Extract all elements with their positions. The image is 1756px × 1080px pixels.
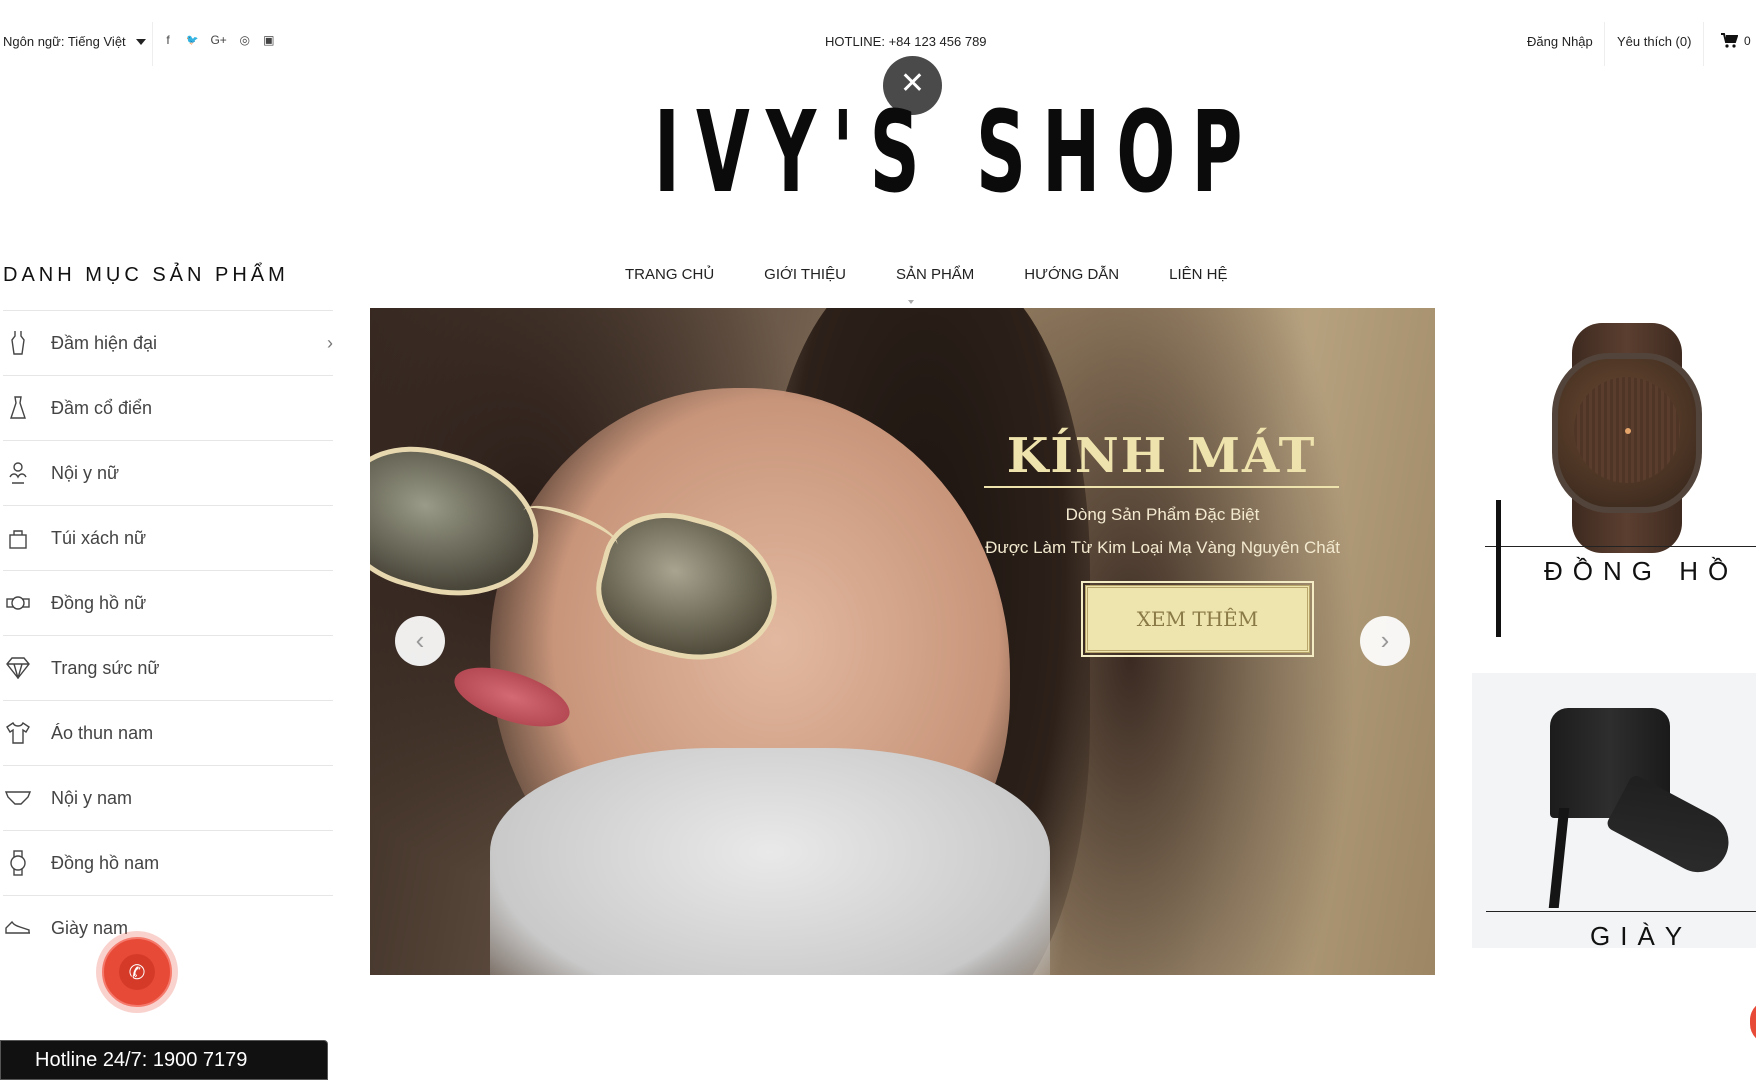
nav-trang-chu[interactable]: TRANG CHỦ: [600, 266, 739, 283]
page: Ngôn ngữ: Tiếng Việt f 🐦 G+ ◎ ▣ HOTLINE:…: [0, 0, 1756, 1080]
hero-subtitle: Dòng Sản Phẩm Đặc Biệt: [1065, 505, 1260, 524]
hero-image-shirt: [490, 748, 1050, 975]
category-item-ao-thun-nam[interactable]: Áo thun nam: [3, 700, 333, 765]
category-label: Áo thun nam: [51, 722, 154, 743]
hotline-top: HOTLINE: +84 123 456 789: [825, 34, 987, 49]
category-item-tui-xach-nu[interactable]: Túi xách nữ: [3, 505, 333, 570]
hotline-bar[interactable]: Hotline 24/7: 1900 7179: [0, 1040, 328, 1080]
twitter-icon[interactable]: 🐦: [186, 35, 198, 46]
tshirt-icon: [5, 720, 31, 746]
promo-accent-bar: [1496, 500, 1501, 637]
category-label: Đồng hồ nữ: [51, 592, 147, 613]
vintage-dress-icon: [5, 395, 31, 421]
phone-icon: ✆: [119, 954, 155, 990]
slider-next-button[interactable]: ›: [1360, 616, 1410, 666]
login-link[interactable]: Đăng Nhập: [1527, 34, 1593, 49]
category-item-trang-suc-nu[interactable]: Trang sức nữ: [3, 635, 333, 700]
category-title: DANH MỤC SẢN PHẨM: [3, 264, 289, 286]
category-label: Túi xách nữ: [51, 527, 147, 548]
promo-shoes[interactable]: [1472, 673, 1756, 948]
category-label: Nội y nam: [51, 787, 133, 808]
category-label: Đầm cổ điển: [51, 397, 153, 418]
sneaker-icon: [5, 915, 31, 941]
category-item-dong-ho-nam[interactable]: Đồng hồ nam: [3, 830, 333, 895]
chevron-right-icon: ›: [327, 332, 333, 353]
bra-icon: [5, 460, 31, 486]
divider: [1703, 22, 1704, 66]
hero-title: KÍNH MÁT: [1006, 428, 1317, 484]
hero-slider[interactable]: KÍNH MÁT Dòng Sản Phẩm Đặc Biệt Được Làm…: [370, 308, 1435, 975]
boot-image-heel: [1548, 808, 1570, 908]
diamond-icon: [5, 655, 31, 681]
shop-logo[interactable]: IVY'S SHOP: [654, 97, 1242, 209]
cart-count: 0: [1744, 33, 1751, 48]
category-label: Nội y nữ: [51, 462, 120, 483]
divider: [1604, 22, 1605, 66]
google-plus-icon[interactable]: G+: [210, 33, 226, 47]
wishlist-link[interactable]: Yêu thích (0): [1617, 34, 1691, 49]
category-item-noi-y-nu[interactable]: Nội y nữ: [3, 440, 333, 505]
category-label: Đầm hiện đại: [51, 332, 158, 353]
nav-lien-he[interactable]: LIÊN HỆ: [1144, 266, 1252, 283]
category-item-dong-ho-nu[interactable]: Đồng hồ nữ: [3, 570, 333, 635]
watch-image-center: [1625, 428, 1631, 434]
hero-subtitle-2: Được Làm Từ Kim Loại Mạ Vàng Nguyên Chất: [985, 538, 1340, 557]
see-more-button[interactable]: XEM THÊM: [1081, 581, 1314, 657]
divider: [152, 22, 153, 66]
social-links: f 🐦 G+ ◎ ▣: [162, 33, 275, 47]
category-item-noi-y-nam[interactable]: Nội y nam: [3, 765, 333, 830]
hero-divider: [984, 486, 1339, 488]
nav-san-pham[interactable]: SẢN PHẨM: [871, 266, 999, 283]
language-selector[interactable]: Ngôn ngữ: Tiếng Việt: [3, 34, 146, 49]
floating-widget-edge[interactable]: [1750, 1000, 1756, 1044]
boot-image-foot: [1604, 773, 1740, 883]
slider-prev-button[interactable]: ‹: [395, 616, 445, 666]
facebook-icon[interactable]: f: [162, 33, 174, 47]
cart-link[interactable]: 0: [1721, 33, 1751, 48]
women-watch-icon: [5, 590, 31, 616]
nav-dropdown-indicator: [908, 300, 914, 306]
top-bar: Ngôn ngữ: Tiếng Việt f 🐦 G+ ◎ ▣ HOTLINE:…: [0, 0, 1756, 82]
category-item-dam-hien-dai[interactable]: Đầm hiện đại ›: [3, 310, 333, 375]
youtube-icon[interactable]: ▣: [263, 33, 275, 47]
men-watch-icon: [5, 850, 31, 876]
call-button-inner: ✆: [102, 937, 172, 1007]
nav-gioi-thieu[interactable]: GIỚI THIỆU: [739, 266, 871, 283]
promo-watch-label[interactable]: ĐỒNG HỒ: [1544, 556, 1738, 587]
underwear-icon: [5, 785, 31, 811]
category-label: Trang sức nữ: [51, 657, 160, 678]
category-item-dam-co-dien[interactable]: Đầm cổ điển: [3, 375, 333, 440]
category-list: Đầm hiện đại › Đầm cổ điển Nội y nữ Túi …: [3, 310, 333, 960]
main-nav: TRANG CHỦ GIỚI THIỆU SẢN PHẨM HƯỚNG DẪN …: [600, 266, 1253, 283]
instagram-icon[interactable]: ◎: [239, 33, 251, 47]
category-label: Đồng hồ nam: [51, 852, 160, 873]
dress-icon: [5, 330, 31, 356]
call-button[interactable]: ✆: [96, 931, 178, 1013]
nav-huong-dan[interactable]: HƯỚNG DẪN: [999, 266, 1144, 283]
language-label: Ngôn ngữ: Tiếng Việt: [3, 34, 126, 49]
promo-divider: [1486, 911, 1756, 912]
handbag-icon: [5, 525, 31, 551]
promo-shoes-label[interactable]: GIÀY: [1590, 921, 1692, 952]
cart-icon: [1721, 33, 1738, 48]
caret-down-icon: [135, 38, 146, 45]
promo-divider: [1485, 546, 1756, 547]
